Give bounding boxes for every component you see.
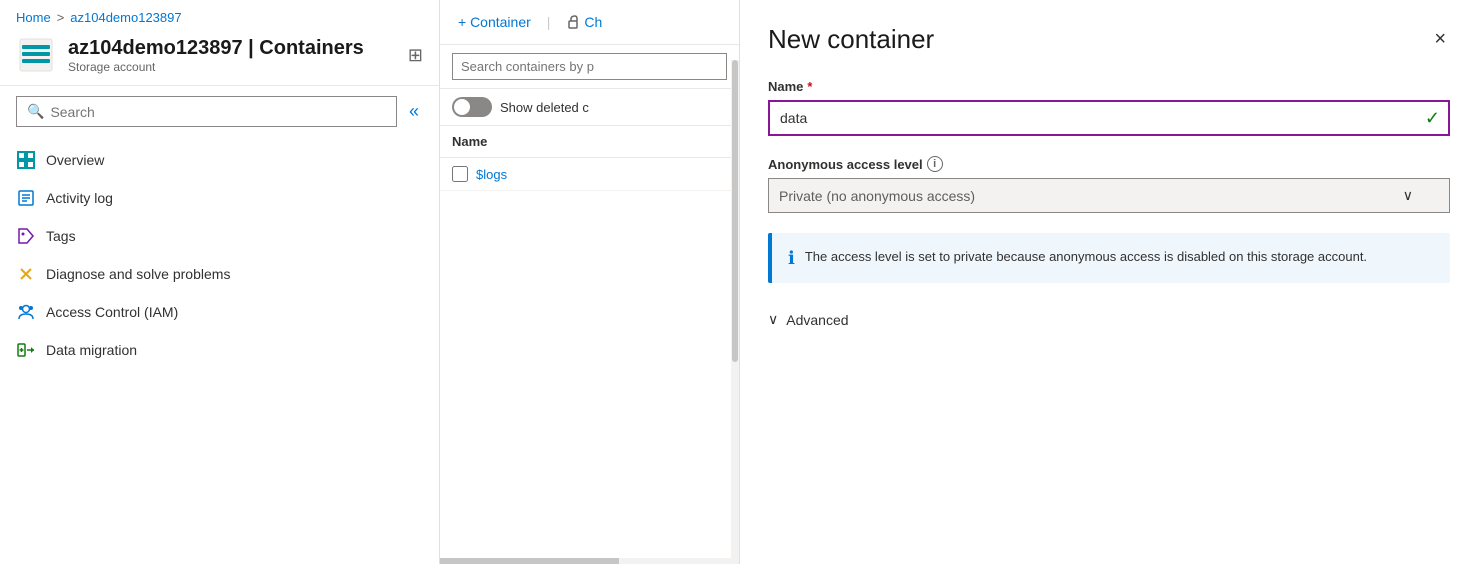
breadcrumb-separator: > [57,10,65,25]
vertical-scrollbar-thumb [732,60,738,362]
breadcrumb: Home > az104demo123897 [0,0,439,31]
breadcrumb-current[interactable]: az104demo123897 [70,10,181,25]
close-button[interactable]: × [1430,24,1450,55]
show-deleted-toggle[interactable] [452,97,492,117]
horizontal-scrollbar[interactable] [440,558,739,564]
sidebar-item-overview-label: Overview [46,152,104,168]
resource-header: az104demo123897 | Containers Storage acc… [0,31,439,86]
row-name[interactable]: $logs [476,167,507,182]
add-container-button[interactable]: + Container [452,10,537,34]
collapse-button[interactable]: « [405,97,423,126]
resource-subtitle: Storage account [68,60,396,74]
table-name-header: Name [440,126,739,158]
sidebar: Home > az104demo123897 az104demo123897 |… [0,0,440,564]
tags-icon [16,226,36,246]
sidebar-item-overview[interactable]: Overview [0,141,439,179]
access-level-dropdown[interactable]: Private (no anonymous access) ∨ [768,178,1450,213]
search-containers-bar [440,45,739,89]
search-containers-input[interactable] [452,53,727,80]
containers-toolbar: + Container | Ch [440,0,739,45]
sidebar-item-iam[interactable]: Access Control (IAM) [0,293,439,331]
container-name-input[interactable] [768,100,1450,136]
toolbar-separator: | [547,14,551,30]
vertical-scrollbar[interactable] [731,60,739,564]
nav-list: Overview Activity log Tags [0,137,439,564]
advanced-label: Advanced [786,312,848,328]
new-container-panel: New container × Name * ✓ Anonymous acces… [740,0,1478,564]
info-message-box: ℹ The access level is set to private bec… [768,233,1450,283]
sidebar-item-tags[interactable]: Tags [0,217,439,255]
drawer-title: New container [768,24,934,55]
table-row: $logs [440,158,739,191]
resource-title-block: az104demo123897 | Containers Storage acc… [68,37,396,74]
sidebar-item-activity-log[interactable]: Activity log [0,179,439,217]
access-level-label: Anonymous access level i [768,156,1450,172]
info-tooltip-icon: i [927,156,943,172]
search-input[interactable] [50,104,386,120]
activity-log-icon [16,188,36,208]
access-level-field: Anonymous access level i Private (no ano… [768,156,1450,213]
row-checkbox[interactable] [452,166,468,182]
name-field-label: Name * [768,79,1450,94]
scrollbar-thumb [440,558,619,564]
diagnose-icon [16,264,36,284]
info-circle-icon: ℹ [788,248,795,269]
search-icon: 🔍 [27,103,44,120]
info-message-text: The access level is set to private becau… [805,247,1367,267]
containers-panel: + Container | Ch Show deleted c Name $lo… [440,0,740,564]
advanced-section[interactable]: ∨ Advanced [768,303,1450,336]
breadcrumb-home[interactable]: Home [16,10,51,25]
name-input-wrap: ✓ [768,100,1450,136]
validation-check-icon: ✓ [1425,108,1440,129]
sidebar-item-data-migration[interactable]: Data migration [0,331,439,369]
dropdown-display[interactable]: Private (no anonymous access) ∨ [768,178,1450,213]
sidebar-item-migration-label: Data migration [46,342,137,358]
lock-button[interactable]: Ch [560,10,608,34]
sidebar-item-activity-log-label: Activity log [46,190,113,206]
sidebar-item-diagnose-label: Diagnose and solve problems [46,266,230,282]
page-title: az104demo123897 | Containers [68,37,396,60]
migration-icon [16,340,36,360]
lock-label: Ch [584,14,602,30]
search-bar: 🔍 « [0,86,439,137]
dropdown-arrow-icon: ∨ [1403,187,1413,204]
show-deleted-label: Show deleted c [500,100,589,115]
search-input-wrap: 🔍 [16,96,397,127]
advanced-chevron-icon: ∨ [768,311,778,328]
sidebar-item-iam-label: Access Control (IAM) [46,304,178,320]
storage-account-icon [16,35,56,75]
sidebar-item-tags-label: Tags [46,228,76,244]
drawer-header: New container × [768,24,1450,55]
pin-icon[interactable]: ⊞ [408,45,423,66]
required-indicator: * [807,79,812,94]
overview-icon [16,150,36,170]
name-field: Name * ✓ [768,79,1450,136]
iam-icon [16,302,36,322]
sidebar-item-diagnose[interactable]: Diagnose and solve problems [0,255,439,293]
show-deleted-row: Show deleted c [440,89,739,126]
